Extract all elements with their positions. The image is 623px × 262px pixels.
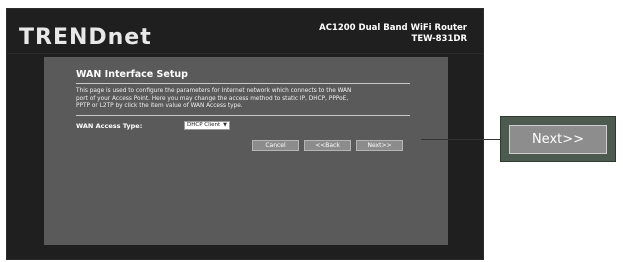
cancel-button[interactable]: Cancel	[252, 140, 299, 151]
callout-connector-line	[421, 139, 509, 140]
section-title: WAN Interface Setup	[76, 69, 188, 80]
router-web-ui: TRENDnet AC1200 Dual Band WiFi Router TE…	[6, 8, 484, 260]
trendnet-logo: TRENDnet	[19, 25, 152, 50]
section-divider	[76, 115, 410, 116]
header-divider	[7, 53, 483, 54]
product-title: AC1200 Dual Band WiFi Router TEW-831DR	[319, 23, 467, 45]
back-button[interactable]: <<Back	[304, 140, 351, 151]
product-model: TEW-831DR	[411, 34, 467, 44]
next-button[interactable]: Next>>	[356, 140, 403, 151]
callout-next-button[interactable]: Next>>	[509, 125, 607, 154]
section-description: This page is used to configure the param…	[76, 88, 352, 109]
callout-zoom-box: Next>>	[500, 116, 616, 162]
chevron-down-icon: ▼	[223, 122, 227, 128]
wan-access-type-select[interactable]: DHCP Client ▼	[184, 121, 230, 130]
product-name: AC1200 Dual Band WiFi Router	[319, 23, 467, 33]
wan-setup-panel: WAN Interface Setup This page is used to…	[44, 57, 448, 245]
wan-access-type-value: DHCP Client	[187, 122, 221, 128]
section-divider	[76, 83, 410, 84]
wan-access-type-label: WAN Access Type:	[76, 122, 143, 130]
